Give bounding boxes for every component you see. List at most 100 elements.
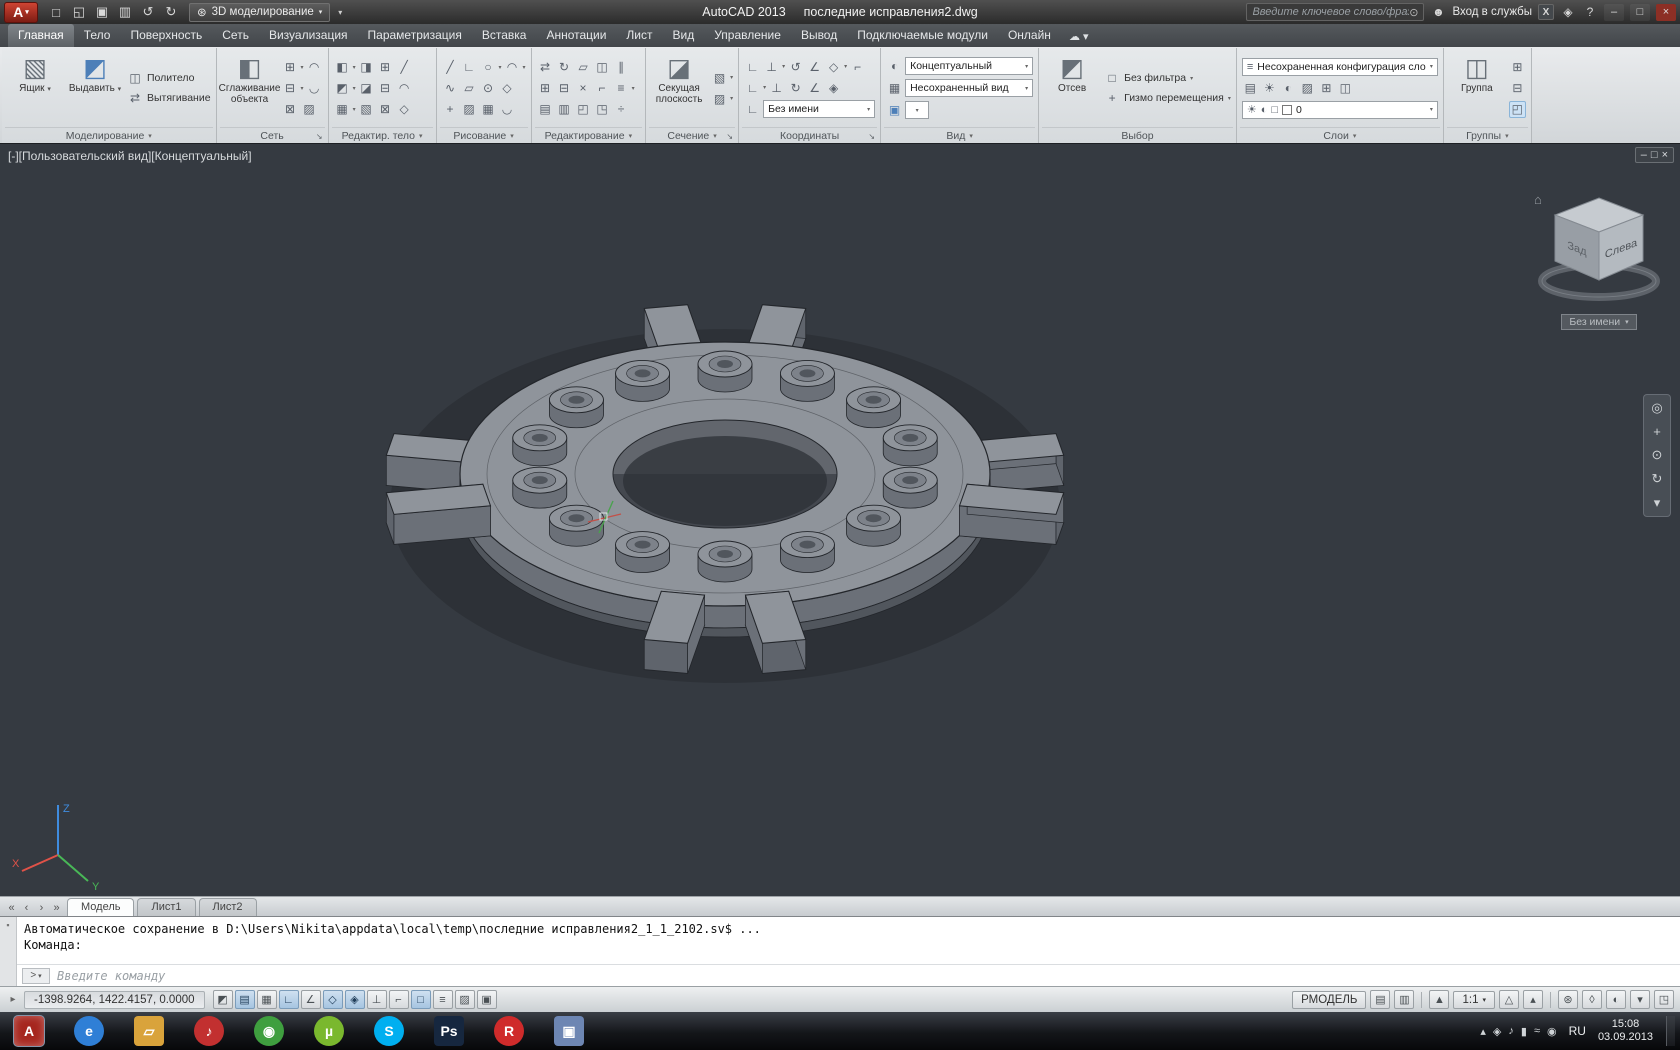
user-icon[interactable]: ☻ xyxy=(1430,5,1446,19)
status-menu-icon[interactable]: ▸ xyxy=(6,994,20,1005)
panel-label-selection[interactable]: Выбор xyxy=(1042,127,1233,143)
dialog-launcher-icon[interactable]: ↘ xyxy=(726,132,733,141)
group-button[interactable]: ◫ Группа xyxy=(1449,50,1505,126)
ribbon-tab[interactable]: Лист xyxy=(616,24,662,47)
ucs-view-icon[interactable]: ↻ xyxy=(787,79,804,96)
previous-layout-button[interactable]: ‹ xyxy=(19,902,34,916)
help-button[interactable]: ? xyxy=(1582,5,1598,19)
copy-icon[interactable]: ◫ xyxy=(594,59,611,76)
panel-label-solid-editing[interactable]: Редактир. тело▾ xyxy=(332,127,433,143)
model-space-button[interactable]: РМОДЕЛЬ xyxy=(1292,991,1366,1009)
ribbon-tab[interactable]: Сеть xyxy=(212,24,259,47)
close-button[interactable]: × xyxy=(1656,4,1676,21)
restore-button[interactable]: □ xyxy=(1630,4,1650,21)
panel-label-mesh[interactable]: Сеть↘ xyxy=(220,127,325,143)
command-line-area[interactable]: ▪ Автоматическое сохранение в D:\Users\N… xyxy=(0,916,1680,986)
workspace-dropdown[interactable]: ⊛ 3D моделирование ▾ xyxy=(189,3,330,22)
ribbon-tab[interactable]: Управление xyxy=(704,24,791,47)
hatch-icon[interactable]: ▨ xyxy=(461,101,478,118)
annotation-scale-icon[interactable]: ▲ xyxy=(1429,990,1449,1009)
ucs-list-icon[interactable]: ∟ xyxy=(744,101,761,118)
qat-button[interactable]: ↻ xyxy=(160,2,182,22)
thicken-icon[interactable]: ▧ xyxy=(358,101,375,118)
first-layout-button[interactable]: « xyxy=(4,902,19,916)
move-icon[interactable]: ⇄ xyxy=(537,59,554,76)
layout-tab[interactable]: Модель xyxy=(67,898,134,916)
taskbar-app-icon[interactable]: ▱ xyxy=(134,1016,164,1046)
clock[interactable]: 15:08 03.09.2013 xyxy=(1598,1018,1653,1044)
viewcube-home-icon[interactable]: ⌂ xyxy=(1534,192,1542,207)
qat-button[interactable]: ▥ xyxy=(114,2,136,22)
status-toggle-button[interactable]: ▤ xyxy=(235,990,255,1009)
panel-label-view[interactable]: Вид▾ xyxy=(884,127,1035,143)
viewcube-ucs-label[interactable]: Без имени▾ xyxy=(1561,314,1636,330)
layer-isolate-icon[interactable]: ◐ xyxy=(1280,80,1297,97)
group-edit-icon[interactable]: ⊟ xyxy=(1509,80,1526,97)
section-tool-icon[interactable]: ▧ xyxy=(711,69,728,86)
ucs-face-icon[interactable]: ◇ xyxy=(825,58,842,75)
qat-button[interactable]: ▣ xyxy=(91,2,113,22)
fillet-icon[interactable]: ▤ xyxy=(537,101,554,118)
qat-button[interactable]: ◱ xyxy=(68,2,90,22)
drawing-viewport[interactable]: [-][Пользовательский вид][Концептуальный… xyxy=(0,143,1680,896)
taskbar-app-icon[interactable]: S xyxy=(374,1016,404,1046)
extrude-tool-button[interactable]: ◩ Выдавить ▾ xyxy=(67,50,123,126)
minimize-button[interactable]: – xyxy=(1604,4,1624,21)
chamfer-icon[interactable]: ▥ xyxy=(556,101,573,118)
mesh-tool-icon[interactable]: ⊠ xyxy=(282,101,299,118)
status-toggle-button[interactable]: ⊥ xyxy=(367,990,387,1009)
ribbon-tab[interactable]: Онлайн xyxy=(998,24,1061,47)
ucs-name-dropdown[interactable]: Без имени▾ xyxy=(763,100,875,118)
ribbon-tab[interactable]: Тело xyxy=(74,24,121,47)
command-customize-icon[interactable]: ▪ xyxy=(6,920,9,986)
cloud-connect-icon[interactable]: ☁ ▾ xyxy=(1069,30,1089,47)
status-toggle-button[interactable]: ▦ xyxy=(257,990,277,1009)
stretch-icon[interactable]: ⊞ xyxy=(537,80,554,97)
mesh-tool-icon[interactable]: ◡ xyxy=(306,80,323,97)
qat-button[interactable]: ↺ xyxy=(137,2,159,22)
scale-icon[interactable]: ⊟ xyxy=(556,80,573,97)
status-toggle-button[interactable]: ▣ xyxy=(477,990,497,1009)
status-toggle-button[interactable]: ◈ xyxy=(345,990,365,1009)
layer-off-icon[interactable]: ☀ xyxy=(1261,80,1278,97)
search-box[interactable]: Введите ключевое слово/фразу ⊙ xyxy=(1246,3,1424,21)
app-menu-button[interactable]: A▾ xyxy=(4,2,38,23)
polygon-icon[interactable]: ◇ xyxy=(499,80,516,97)
divide-icon[interactable]: ÷ xyxy=(613,101,630,118)
culling-button[interactable]: ◩ Отсев xyxy=(1044,50,1100,126)
status-toggle-button[interactable]: ▨ xyxy=(455,990,475,1009)
taskbar-app-icon[interactable]: ♪ xyxy=(194,1016,224,1046)
rotate-icon[interactable]: ↻ xyxy=(556,59,573,76)
nav-more-icon[interactable]: ▾ xyxy=(1654,495,1661,511)
line-icon[interactable]: ╱ xyxy=(442,59,459,76)
signin-button[interactable]: Вход в службы xyxy=(1452,6,1532,18)
status-toggle-button[interactable]: ≡ xyxy=(433,990,453,1009)
smooth-object-button[interactable]: ◧ Сглаживание объекта xyxy=(222,50,278,126)
slice-icon[interactable]: ╱ xyxy=(396,59,413,76)
isolate-objects-icon[interactable]: ◐ xyxy=(1606,990,1626,1009)
status-toggle-button[interactable]: ∟ xyxy=(279,990,299,1009)
dialog-launcher-icon[interactable]: ↘ xyxy=(316,132,323,141)
layer-match-icon[interactable]: ◫ xyxy=(1337,80,1354,97)
viewport-controls-label[interactable]: [-][Пользовательский вид][Концептуальный… xyxy=(8,149,252,163)
shell-icon[interactable]: ⊟ xyxy=(377,80,394,97)
ellipse-icon[interactable]: ⊙ xyxy=(480,80,497,97)
ribbon-tab[interactable]: Аннотации xyxy=(536,24,616,47)
mesh-tool-icon[interactable]: ⊞ xyxy=(282,59,299,76)
ucs-object-icon[interactable]: ⌐ xyxy=(849,58,866,75)
layout-tab[interactable]: Лист2 xyxy=(199,898,257,916)
ucs-icon[interactable]: ∟ xyxy=(744,58,761,75)
ribbon-tab[interactable]: Поверхность xyxy=(120,24,212,47)
taskbar-app-icon[interactable]: R xyxy=(494,1016,524,1046)
tray-icon[interactable]: ▮ xyxy=(1521,1025,1527,1038)
command-input[interactable]: Введите команду xyxy=(57,969,165,983)
ribbon-tab[interactable]: Подключаемые модули xyxy=(847,24,998,47)
panel-label-groups[interactable]: Группы▾ xyxy=(1447,127,1528,143)
circle-icon[interactable]: ○ xyxy=(480,59,497,76)
rectangle-icon[interactable]: ▱ xyxy=(461,80,478,97)
status-toggle-button[interactable]: □ xyxy=(411,990,431,1009)
viewcube[interactable]: Слева Зад ⌂ Без имени▾ xyxy=(1532,188,1666,330)
exchange-apps-icon[interactable]: X xyxy=(1538,4,1554,20)
region-icon[interactable]: ◡ xyxy=(499,101,516,118)
app-status-menu-icon[interactable]: ▾ xyxy=(1630,990,1650,1009)
